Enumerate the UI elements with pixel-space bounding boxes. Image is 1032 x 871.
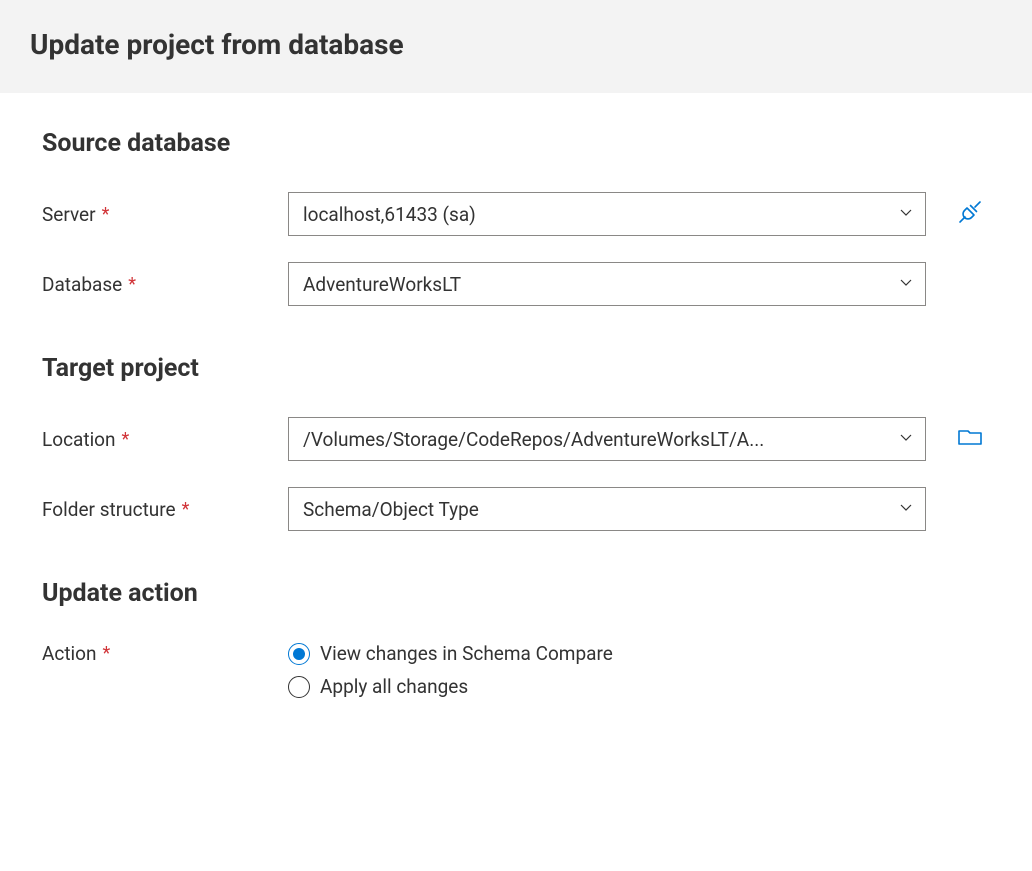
folder-structure-label: Folder structure — [42, 498, 176, 521]
location-select-value: /Volumes/Storage/CodeRepos/AdventureWork… — [288, 417, 926, 461]
server-label: Server — [42, 203, 96, 226]
location-select[interactable]: /Volumes/Storage/CodeRepos/AdventureWork… — [288, 417, 926, 461]
target-project-section: Target project Location * /Volumes/Stora… — [42, 354, 990, 531]
location-label-wrap: Location * — [42, 428, 288, 451]
radio-apply-all-label: Apply all changes — [320, 675, 468, 698]
target-project-title: Target project — [42, 354, 990, 383]
radio-apply-all[interactable]: Apply all changes — [288, 675, 613, 698]
source-database-title: Source database — [42, 129, 990, 158]
location-label: Location — [42, 428, 116, 451]
database-select[interactable]: AdventureWorksLT — [288, 262, 926, 306]
server-label-wrap: Server * — [42, 203, 288, 226]
folder-structure-label-wrap: Folder structure * — [42, 498, 288, 521]
folder-structure-select[interactable]: Schema/Object Type — [288, 487, 926, 531]
required-indicator: * — [182, 499, 190, 520]
folder-structure-select-value: Schema/Object Type — [288, 487, 926, 531]
radio-button-icon — [288, 643, 310, 665]
required-indicator: * — [122, 429, 130, 450]
server-select-value: localhost,61433 (sa) — [288, 192, 926, 236]
location-field-row: Location * /Volumes/Storage/CodeRepos/Ad… — [42, 417, 990, 461]
dialog-title: Update project from database — [30, 28, 1002, 61]
update-action-title: Update action — [42, 579, 990, 608]
database-label-wrap: Database * — [42, 273, 288, 296]
required-indicator: * — [102, 204, 110, 225]
database-field-row: Database * AdventureWorksLT — [42, 262, 990, 306]
server-select[interactable]: localhost,61433 (sa) — [288, 192, 926, 236]
server-field-row: Server * localhost,61433 (sa) — [42, 192, 990, 236]
dialog-content: Source database Server * localhost,61433… — [0, 93, 1032, 782]
action-label-wrap: Action * — [42, 642, 288, 665]
action-label: Action — [42, 642, 97, 665]
folder-icon — [957, 424, 983, 455]
folder-structure-field-row: Folder structure * Schema/Object Type — [42, 487, 990, 531]
required-indicator: * — [128, 274, 136, 295]
connect-button[interactable] — [952, 196, 988, 232]
radio-view-changes-label: View changes in Schema Compare — [320, 642, 613, 665]
database-label: Database — [42, 273, 122, 296]
dialog-header: Update project from database — [0, 0, 1032, 93]
plug-icon — [956, 198, 984, 231]
action-radio-group: View changes in Schema Compare Apply all… — [288, 642, 613, 698]
source-database-section: Source database Server * localhost,61433… — [42, 129, 990, 306]
browse-button[interactable] — [952, 421, 988, 457]
required-indicator: * — [103, 643, 111, 664]
action-field-row: Action * View changes in Schema Compare … — [42, 642, 990, 698]
update-action-section: Update action Action * View changes in S… — [42, 579, 990, 698]
radio-view-changes[interactable]: View changes in Schema Compare — [288, 642, 613, 665]
radio-button-icon — [288, 676, 310, 698]
database-select-value: AdventureWorksLT — [288, 262, 926, 306]
